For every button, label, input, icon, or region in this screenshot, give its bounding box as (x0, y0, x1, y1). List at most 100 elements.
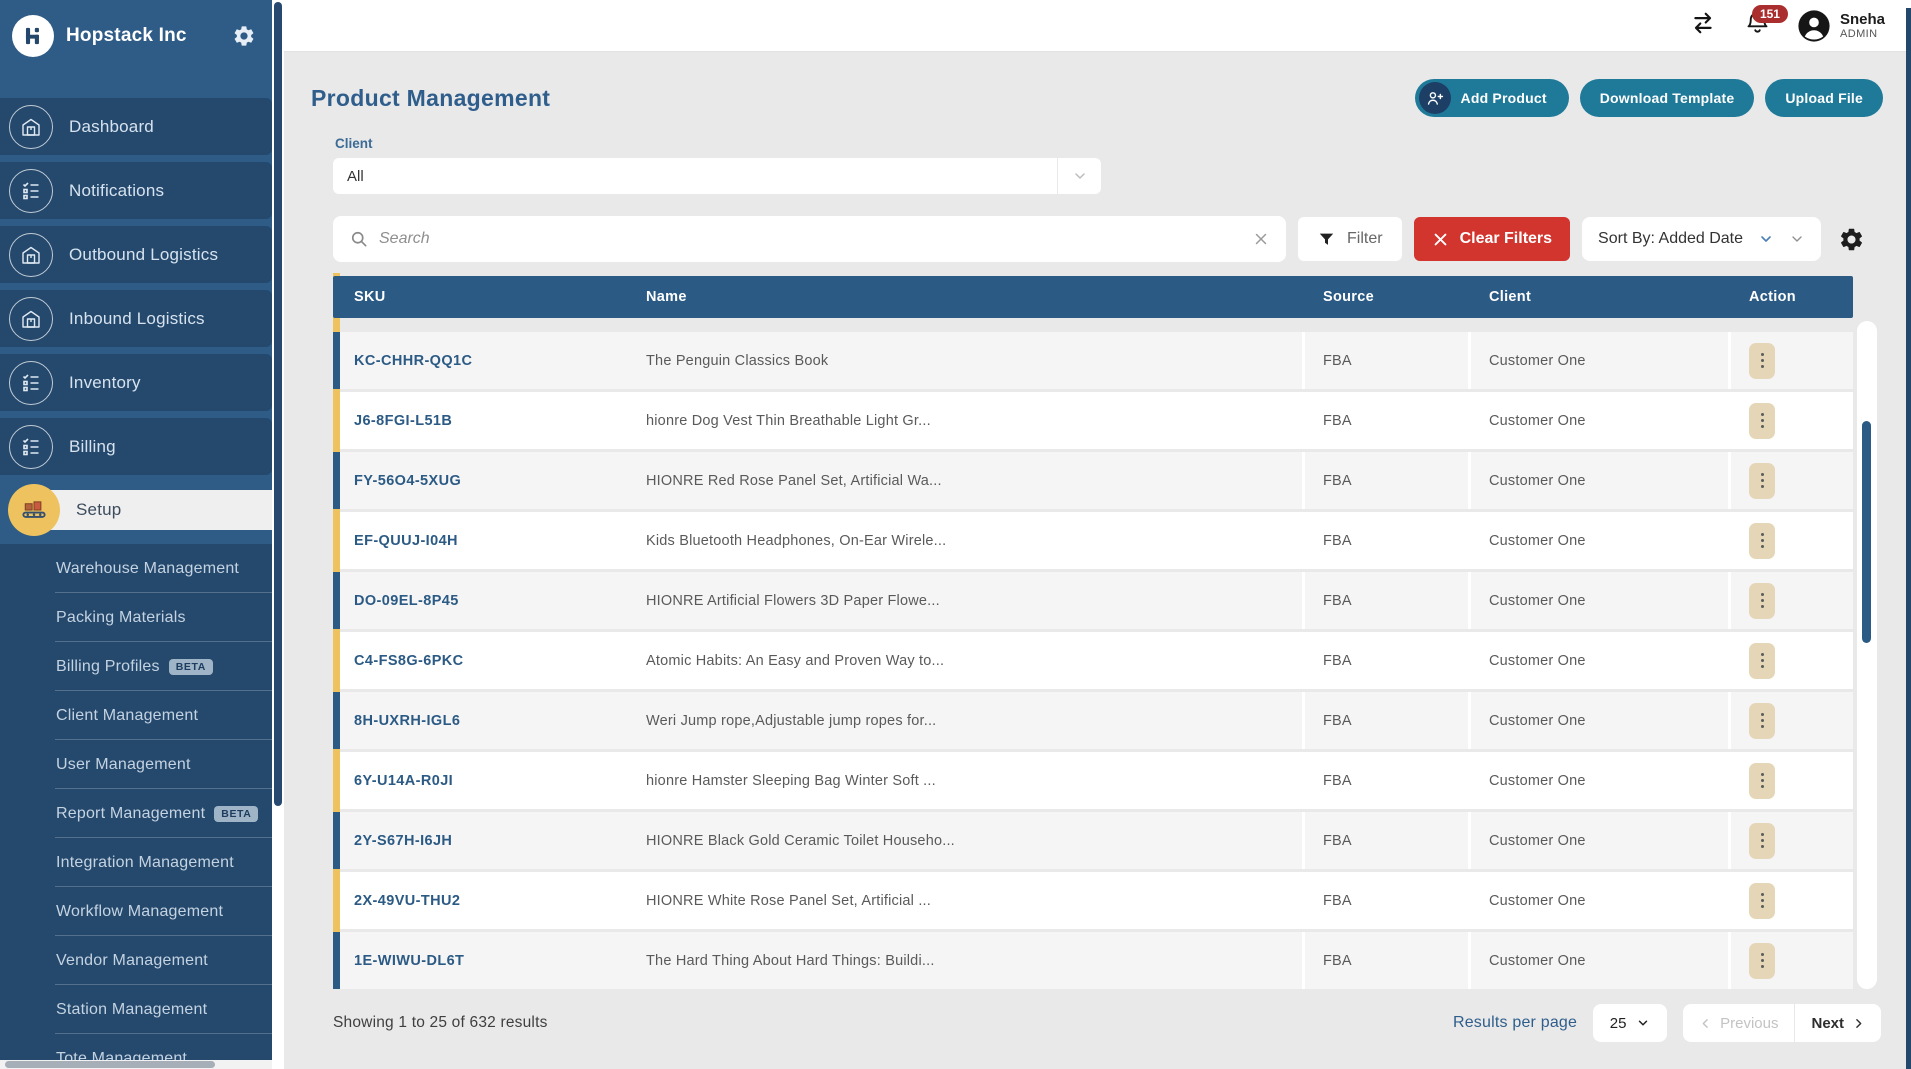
sidebar-item-inventory[interactable]: Inventory (0, 354, 272, 411)
cell-sku[interactable]: 2X-49VU-THU2 (340, 893, 625, 909)
download-template-button[interactable]: Download Template (1580, 79, 1755, 117)
cell-name: hionre Hamster Sleeping Bag Winter Soft … (625, 773, 1302, 789)
cell-action (1728, 452, 1853, 509)
next-page-button[interactable]: Next (1795, 1015, 1881, 1032)
sidebar-item-label: Setup (76, 500, 121, 520)
sidebar-item-notifications[interactable]: Notifications (0, 162, 272, 219)
sidebar-item-setup[interactable]: Setup (0, 482, 272, 539)
cell-name: HIONRE Red Rose Panel Set, Artificial Wa… (625, 473, 1302, 489)
filter-label: Filter (1347, 230, 1383, 248)
cell-client: Customer One (1468, 812, 1728, 869)
clear-filters-button[interactable]: Clear Filters (1414, 217, 1570, 261)
sidebar-scrollbar-track (272, 0, 284, 1069)
sidebar-subitem-label: Vendor Management (56, 952, 208, 970)
cell-sku[interactable]: 8H-UXRH-IGL6 (340, 713, 625, 729)
avatar-icon (1797, 9, 1831, 43)
products-table: SKU Name Source Client Action KC-CHHR-QQ… (333, 276, 1853, 989)
sidebar-item-inbound-logistics[interactable]: Inbound Logistics (0, 290, 272, 347)
toolbar: Filter Clear Filters Sort By: Added Date (333, 216, 1883, 262)
sidebar-item-billing[interactable]: Billing (0, 418, 272, 475)
add-product-button[interactable]: Add Product (1415, 79, 1569, 117)
page-size-select[interactable]: 25 (1593, 1004, 1667, 1042)
sidebar-header: Hopstack Inc (0, 0, 272, 72)
sidebar-subitem-label: Packing Materials (56, 609, 186, 627)
table-body: KC-CHHR-QQ1CThe Penguin Classics BookFBA… (333, 332, 1853, 989)
checklist-icon (9, 361, 53, 405)
cell-client: Customer One (1468, 932, 1728, 989)
sidebar-item-label: Billing (69, 437, 116, 457)
pagination-bar: Showing 1 to 25 of 632 results Results p… (333, 997, 1883, 1049)
clear-filters-label: Clear Filters (1460, 230, 1552, 248)
table-scroll-thumb[interactable] (1862, 421, 1871, 643)
cell-sku[interactable]: FY-56O4-5XUG (340, 473, 625, 489)
sidebar-subitem-user-management[interactable]: User Management (0, 740, 272, 789)
table-scrollbar-track (1857, 321, 1877, 989)
cell-source: FBA (1302, 872, 1468, 929)
upload-file-button[interactable]: Upload File (1765, 79, 1883, 117)
sidebar-subitem-vendor-management[interactable]: Vendor Management (0, 936, 272, 985)
row-actions-button[interactable] (1749, 463, 1775, 499)
sidebar-subitem-packing-materials[interactable]: Packing Materials (0, 593, 272, 642)
previous-page-button[interactable]: Previous (1683, 1015, 1794, 1032)
cell-sku[interactable]: J6-8FGI-L51B (340, 413, 625, 429)
cell-action (1728, 812, 1853, 869)
notifications-bell-icon[interactable]: 151 (1744, 10, 1771, 42)
warehouse-icon (9, 233, 53, 277)
cell-sku[interactable]: DO-09EL-8P45 (340, 593, 625, 609)
sidebar-scroll-thumb[interactable] (274, 2, 282, 806)
sidebar-subitem-workflow-management[interactable]: Workflow Management (0, 887, 272, 936)
sidebar-subitem-label: Workflow Management (56, 903, 223, 921)
cell-sku[interactable]: KC-CHHR-QQ1C (340, 353, 625, 369)
sidebar-subitem-billing-profiles[interactable]: Billing ProfilesBETA (0, 642, 272, 691)
sidebar-settings-gear-icon[interactable] (232, 24, 256, 48)
column-header-name: Name (625, 289, 1302, 305)
cell-sku[interactable]: EF-QUUJ-I04H (340, 533, 625, 549)
sidebar-subnav: Warehouse Management Packing Materials Bil… (0, 544, 272, 1069)
row-actions-button[interactable] (1749, 823, 1775, 859)
cell-sku[interactable]: 2Y-S67H-I6JH (340, 833, 625, 849)
horizontal-scroll-thumb[interactable] (5, 1061, 215, 1068)
client-select[interactable]: All (333, 158, 1101, 194)
row-actions-button[interactable] (1749, 583, 1775, 619)
filter-button[interactable]: Filter (1298, 217, 1402, 261)
sidebar-subitem-integration-management[interactable]: Integration Management (0, 838, 272, 887)
cell-sku[interactable]: 1E-WIWU-DL6T (340, 953, 625, 969)
sidebar-item-outbound-logistics[interactable]: Outbound Logistics (0, 226, 272, 283)
sidebar-subitem-report-management[interactable]: Report ManagementBETA (0, 789, 272, 838)
client-label: Client (335, 136, 1883, 151)
row-actions-button[interactable] (1749, 943, 1775, 979)
row-actions-button[interactable] (1749, 703, 1775, 739)
table-row: FY-56O4-5XUGHIONRE Red Rose Panel Set, A… (333, 452, 1853, 509)
switch-warehouse-icon[interactable] (1688, 10, 1718, 41)
row-actions-button[interactable] (1749, 343, 1775, 379)
sidebar-subitem-label: Integration Management (56, 854, 234, 872)
sidebar-item-dashboard[interactable]: Dashboard (0, 98, 272, 155)
sidebar-subitem-warehouse-management[interactable]: Warehouse Management (0, 544, 272, 593)
sidebar-item-label: Inbound Logistics (69, 309, 205, 329)
cell-name: Atomic Habits: An Easy and Proven Way to… (625, 653, 1302, 669)
sort-by-select[interactable]: Sort By: Added Date (1582, 217, 1821, 261)
sidebar-subitem-client-management[interactable]: Client Management (0, 691, 272, 740)
cell-name: The Hard Thing About Hard Things: Buildi… (625, 953, 1302, 969)
row-actions-button[interactable] (1749, 643, 1775, 679)
row-actions-button[interactable] (1749, 763, 1775, 799)
clear-search-icon[interactable] (1252, 230, 1270, 248)
row-actions-button[interactable] (1749, 403, 1775, 439)
table-row: J6-8FGI-L51Bhionre Dog Vest Thin Breatha… (333, 392, 1853, 449)
user-menu[interactable]: Sneha ADMIN (1797, 9, 1885, 43)
chevron-down-icon (1636, 1016, 1650, 1030)
cell-action (1728, 512, 1853, 569)
chevron-down-icon (1057, 158, 1101, 194)
search-input[interactable] (379, 230, 1242, 248)
column-header-source: Source (1302, 289, 1468, 305)
cell-sku[interactable]: 6Y-U14A-R0JI (340, 773, 625, 789)
column-header-action: Action (1728, 289, 1853, 305)
sidebar-subitem-station-management[interactable]: Station Management (0, 985, 272, 1034)
company-name: Hopstack Inc (66, 25, 220, 47)
table-settings-gear-icon[interactable] (1838, 226, 1865, 253)
row-actions-button[interactable] (1749, 523, 1775, 559)
row-actions-button[interactable] (1749, 883, 1775, 919)
page-scrollbar[interactable] (1906, 8, 1911, 1069)
cell-sku[interactable]: C4-FS8G-6PKC (340, 653, 625, 669)
page-size-value: 25 (1610, 1015, 1627, 1032)
